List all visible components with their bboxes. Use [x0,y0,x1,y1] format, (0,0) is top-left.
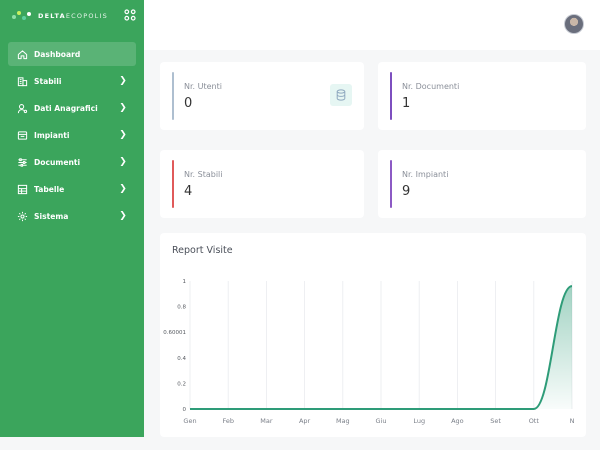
top-header [144,0,600,50]
stat-value: 1 [402,96,411,111]
stat-card-stabili: Nr. Stabili 4 [160,150,364,218]
x-tick-label: Mar [260,417,273,425]
y-tick-label: 0 [183,407,187,413]
sidebar-item-label: Sistema [34,211,69,221]
logo-mark-icon [10,9,34,23]
x-tick-label: Lug [413,417,425,425]
sliders-icon [16,156,28,168]
sidebar-item-stabili[interactable]: Stabili ❯ [8,69,136,93]
database-icon [330,84,352,106]
x-tick-label: Giu [376,417,387,425]
sidebar-item-label: Dati Anagrafici [34,103,98,113]
gear-icon [16,210,28,222]
stat-accent-bar [390,160,392,208]
stat-card-utenti: Nr. Utenti 0 [160,62,364,130]
stat-label: Nr. Documenti [402,82,460,91]
report-visite-card: Report Visite Gen Feb Mar Apr Mag Giu Lug Ago Se… [160,233,586,437]
sidebar-item-tabelle[interactable]: Tabelle ❯ [8,177,136,201]
x-tick-label: Set [490,417,501,425]
stat-label: Nr. Stabili [184,170,223,179]
y-tick-label: 0.4 [177,356,186,362]
stat-label: Nr. Utenti [184,82,222,91]
x-tick-label: Apr [299,417,311,425]
y-tick-label: 0.2 [177,381,186,387]
chevron-right-icon: ❯ [119,130,127,140]
stat-value: 0 [184,96,193,111]
x-tick-label: Gen [183,417,196,425]
sidebar: DELTAECOPOLIS Dashboard Stabili ❯ Dati A… [0,0,144,437]
sidebar-item-dati-anagrafici[interactable]: Dati Anagrafici ❯ [8,96,136,120]
sidebar-item-documenti[interactable]: Documenti ❯ [8,150,136,174]
sidebar-item-dashboard[interactable]: Dashboard [8,42,136,66]
building-icon [16,75,28,87]
panel-icon [16,129,28,141]
stat-accent-bar [390,72,392,120]
brand-name-light: ECOPOLIS [65,12,108,20]
home-icon [16,48,28,60]
chevron-right-icon: ❯ [119,184,127,194]
chevron-right-icon: ❯ [119,211,127,221]
x-tick-label: Feb [222,417,234,425]
stat-card-impianti: Nr. Impianti 9 [378,150,586,218]
sidebar-item-label: Impianti [34,130,70,140]
stat-accent-bar [172,72,174,120]
sidebar-item-label: Tabelle [34,184,65,194]
stat-card-documenti: Nr. Documenti 1 [378,62,586,130]
stat-accent-bar [172,160,174,208]
y-tick-label: 1 [183,279,187,285]
user-avatar[interactable] [564,14,584,34]
x-tick-label: Ott [529,417,540,425]
brand-logo[interactable]: DELTAECOPOLIS [10,9,108,23]
x-tick-label: Mag [336,417,350,425]
brand-name-bold: DELTA [38,12,66,20]
y-tick-label: 0.8 [177,305,186,311]
sidebar-nav: Dashboard Stabili ❯ Dati Anagrafici ❯ Im… [0,42,144,228]
sidebar-item-impianti[interactable]: Impianti ❯ [8,123,136,147]
chevron-right-icon: ❯ [119,103,127,113]
chevron-right-icon: ❯ [119,76,127,86]
person-icon [16,102,28,114]
menu-grid-icon[interactable] [124,9,136,23]
brand-name: DELTAECOPOLIS [38,12,108,20]
sidebar-item-label: Dashboard [34,49,81,59]
x-tick-label: N [570,417,575,425]
sidebar-item-label: Documenti [34,157,81,167]
x-tick-label: Ago [451,417,464,425]
table-icon [16,183,28,195]
y-tick-label: 0.60001 [163,330,186,336]
report-visite-chart: Gen Feb Mar Apr Mag Giu Lug Ago Set Ott N 1 0.8 0.600… [163,279,575,425]
stat-value: 4 [184,184,193,199]
logo-row: DELTAECOPOLIS [0,0,144,26]
stat-label: Nr. Impianti [402,170,449,179]
sidebar-item-sistema[interactable]: Sistema ❯ [8,204,136,228]
stat-value: 9 [402,184,411,199]
sidebar-item-label: Stabili [34,76,62,86]
chevron-right-icon: ❯ [119,157,127,167]
